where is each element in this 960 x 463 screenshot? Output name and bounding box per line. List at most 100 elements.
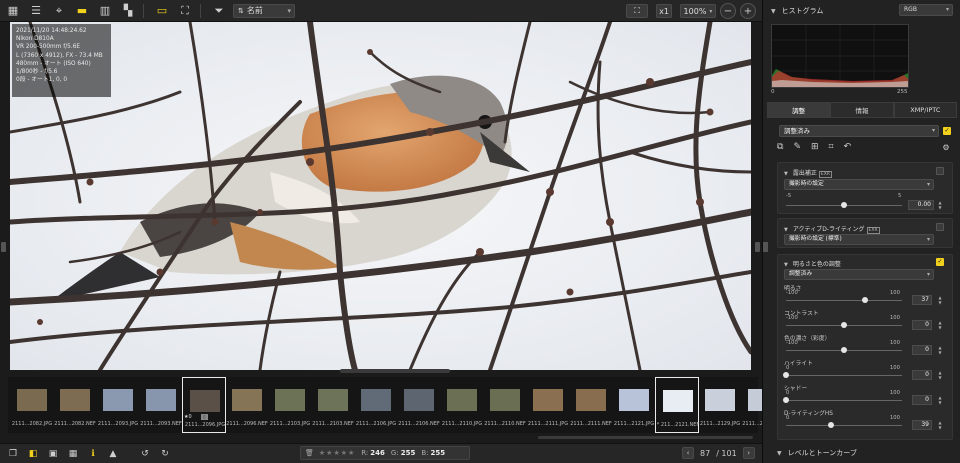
- thumbnail[interactable]: 2111...2121.JPG: [612, 377, 656, 433]
- param-spinner[interactable]: ▲ ▼: [936, 395, 944, 405]
- preset-value: 調整済み: [784, 127, 810, 135]
- filter-icon[interactable]: ⏷: [209, 2, 229, 20]
- adl-title[interactable]: ▼ アクティブD-ライティング EXR: [784, 224, 880, 234]
- param-value[interactable]: 39: [912, 420, 932, 430]
- param-value[interactable]: 0: [912, 345, 932, 355]
- viewer-scrollbar[interactable]: [340, 369, 450, 373]
- param-slider-knob[interactable]: [841, 347, 847, 353]
- rating-stars[interactable]: ★★★★★: [319, 449, 355, 457]
- exposure-spinner[interactable]: ▲ ▼: [936, 200, 944, 210]
- single-view-icon[interactable]: ▬: [72, 2, 92, 20]
- histogram-channel-select[interactable]: RGB ▾: [899, 4, 953, 16]
- next-image-button[interactable]: ›: [742, 447, 755, 459]
- right-panel-handle[interactable]: [755, 242, 760, 252]
- crop-icon[interactable]: ⌗: [829, 142, 834, 156]
- fit-to-screen-button[interactable]: ⛶: [626, 4, 648, 18]
- slideshow-icon[interactable]: ▣: [46, 447, 60, 460]
- exposure-title[interactable]: ▼ 露出補正 EXR: [784, 168, 832, 178]
- zoom-out-button[interactable]: −: [720, 3, 736, 19]
- thumbnail[interactable]: 2111...2106.NEF: [397, 377, 441, 433]
- thumbnail[interactable]: ★0 ▯ 2111...2096.JPG: [182, 377, 226, 433]
- thumbnail[interactable]: 2111...2093.NEF: [139, 377, 183, 433]
- param-slider-knob[interactable]: [828, 422, 835, 428]
- thumbnail[interactable]: 2111...2096.NEF: [225, 377, 269, 433]
- thumbnail[interactable]: 2111...2093.JPG: [96, 377, 140, 433]
- param-spinner[interactable]: ▲ ▼: [936, 295, 944, 305]
- histogram-icon[interactable]: ▲: [106, 447, 120, 460]
- stack-icon[interactable]: ❐: [6, 447, 20, 460]
- image-viewer[interactable]: [10, 22, 751, 370]
- label-icon[interactable]: ◧: [26, 447, 40, 460]
- param-slider-knob[interactable]: [862, 297, 869, 303]
- adjust-preset-select[interactable]: 調整済み ▾: [779, 125, 939, 137]
- rotate-left-icon[interactable]: ↺: [138, 447, 152, 460]
- thumbnail[interactable]: 2111...2103.NEF: [311, 377, 355, 433]
- param-value[interactable]: 0: [912, 395, 932, 405]
- exposure-value[interactable]: 0.00: [908, 200, 934, 210]
- copy-adjust-icon[interactable]: ⧉: [777, 142, 783, 156]
- trash-icon[interactable]: 🗑: [305, 449, 314, 457]
- grid-view-icon[interactable]: ▦: [3, 2, 23, 20]
- reset-icon[interactable]: ↶: [844, 142, 852, 156]
- param-slider-track[interactable]: [786, 425, 902, 426]
- param-slider-track[interactable]: [786, 400, 902, 401]
- param-value[interactable]: 37: [912, 295, 932, 305]
- thumbnail[interactable]: 2111...2129.JPG: [698, 377, 742, 433]
- brightness-title[interactable]: ▼ 明るさと色の調整: [784, 259, 841, 268]
- exposure-slider-knob[interactable]: [841, 202, 847, 208]
- rotate-right-icon[interactable]: ↻: [158, 447, 172, 460]
- param-spinner[interactable]: ▲ ▼: [936, 420, 944, 430]
- info-icon[interactable]: ℹ: [86, 447, 100, 460]
- exposure-mode-select[interactable]: 撮影時の設定 ▾: [784, 179, 934, 190]
- levels-curve-header[interactable]: ▼ レベルとトーンカーブ: [763, 443, 960, 463]
- chevron-down-icon: ▾: [926, 236, 930, 243]
- straighten-icon[interactable]: ⊞: [811, 142, 819, 156]
- left-panel-handle[interactable]: [1, 242, 6, 252]
- filmstrip-icon[interactable]: ▥: [95, 2, 115, 20]
- fullscreen-icon[interactable]: ⛶: [175, 2, 195, 20]
- exposure-checkbox[interactable]: [936, 167, 944, 175]
- thumbnail[interactable]: 2111...2106.JPG: [354, 377, 398, 433]
- prev-image-button[interactable]: ‹: [682, 447, 694, 459]
- adl-mode-select[interactable]: 撮影時の設定 (標準) ▾: [784, 234, 934, 245]
- adl-checkbox[interactable]: [936, 223, 944, 231]
- thumbnail[interactable]: 2111...2103.JPG: [268, 377, 312, 433]
- param-value[interactable]: 0: [912, 370, 932, 380]
- brightness-checkbox[interactable]: ✓: [936, 258, 944, 266]
- param-slider-knob[interactable]: [783, 397, 789, 403]
- param-slider-knob[interactable]: [841, 322, 847, 328]
- tab-info[interactable]: 情報: [830, 102, 894, 118]
- param-slider-track[interactable]: [786, 375, 902, 376]
- param-min: 0: [786, 365, 790, 371]
- thumbnail[interactable]: 2111...2111.NEF: [569, 377, 613, 433]
- thumbnail[interactable]: * 211...2121.NEF: [655, 377, 699, 433]
- param-value[interactable]: 0: [912, 320, 932, 330]
- param-slider-knob[interactable]: [783, 372, 789, 378]
- thumbnail[interactable]: 2111...2082.JPG: [10, 377, 54, 433]
- panel-collapse-handle[interactable]: [763, 242, 768, 252]
- thumbnail[interactable]: 2111...2110.JPG: [440, 377, 484, 433]
- tab-adjust[interactable]: 調整: [767, 102, 831, 118]
- compare-icon[interactable]: ▚: [118, 2, 138, 20]
- tab-xmp-iptc[interactable]: XMP/IPTC: [893, 102, 957, 118]
- zoom-level-select[interactable]: 100% ▾: [680, 4, 716, 18]
- param-slider-track[interactable]: [786, 300, 902, 301]
- map-pin-icon[interactable]: ⌖: [49, 2, 69, 20]
- zoom-1x-button[interactable]: x1: [656, 4, 672, 18]
- param-spinner[interactable]: ▲ ▼: [936, 345, 944, 355]
- list-view-icon[interactable]: ☰: [26, 2, 46, 20]
- thumbnail[interactable]: 2111...2111.JPG: [526, 377, 570, 433]
- thumbnail[interactable]: 2111...2082.NEF: [53, 377, 97, 433]
- preset-enabled-checkbox[interactable]: ✓: [943, 127, 951, 135]
- grid-icon[interactable]: ▦: [66, 447, 80, 460]
- param-spinner[interactable]: ▲ ▼: [936, 320, 944, 330]
- param-spinner[interactable]: ▲ ▼: [936, 370, 944, 380]
- sort-select[interactable]: ⇅ 名前 ▾: [233, 3, 295, 18]
- thumbnail-scrollbar[interactable]: [538, 436, 753, 439]
- zoom-in-button[interactable]: +: [740, 3, 756, 19]
- highlight-icon[interactable]: ▭: [152, 2, 172, 20]
- brightness-mode-select[interactable]: 調整済み ▾: [784, 269, 934, 280]
- thumbnail[interactable]: 2111...2110.NEF: [483, 377, 527, 433]
- gear-icon[interactable]: ⚙: [941, 143, 951, 153]
- retouch-brush-icon[interactable]: ✎: [793, 142, 801, 156]
